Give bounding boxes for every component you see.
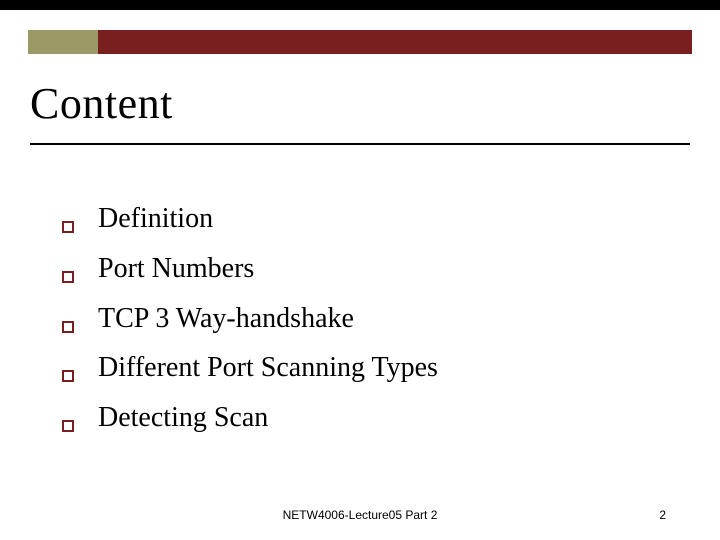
accent-bar <box>28 30 692 54</box>
bullet-list: Definition Port Numbers TCP 3 Way-handsh… <box>62 200 622 449</box>
slide: Content Definition Port Numbers TCP 3 Wa… <box>0 0 720 540</box>
bullet-square-icon <box>62 221 74 233</box>
list-item: Definition <box>62 200 622 238</box>
accent-left <box>28 30 98 54</box>
page-title: Content <box>30 78 690 129</box>
bullet-text: Port Numbers <box>98 250 254 288</box>
bullet-square-icon <box>62 370 74 382</box>
footer-center-text: NETW4006-Lecture05 Part 2 <box>283 508 438 522</box>
title-rule <box>30 143 690 145</box>
bullet-text: Different Port Scanning Types <box>98 349 438 387</box>
top-stripe <box>0 0 720 10</box>
bullet-text: Definition <box>98 200 213 238</box>
bullet-text: Detecting Scan <box>98 399 268 437</box>
bullet-square-icon <box>62 420 74 432</box>
bullet-text: TCP 3 Way-handshake <box>98 300 354 338</box>
list-item: Port Numbers <box>62 250 622 288</box>
footer: NETW4006-Lecture05 Part 2 2 <box>0 508 720 522</box>
bullet-square-icon <box>62 321 74 333</box>
list-item: TCP 3 Way-handshake <box>62 300 622 338</box>
bullet-square-icon <box>62 271 74 283</box>
accent-right <box>98 30 692 54</box>
list-item: Detecting Scan <box>62 399 622 437</box>
title-block: Content <box>30 78 690 145</box>
list-item: Different Port Scanning Types <box>62 349 622 387</box>
footer-page-number: 2 <box>659 508 666 522</box>
